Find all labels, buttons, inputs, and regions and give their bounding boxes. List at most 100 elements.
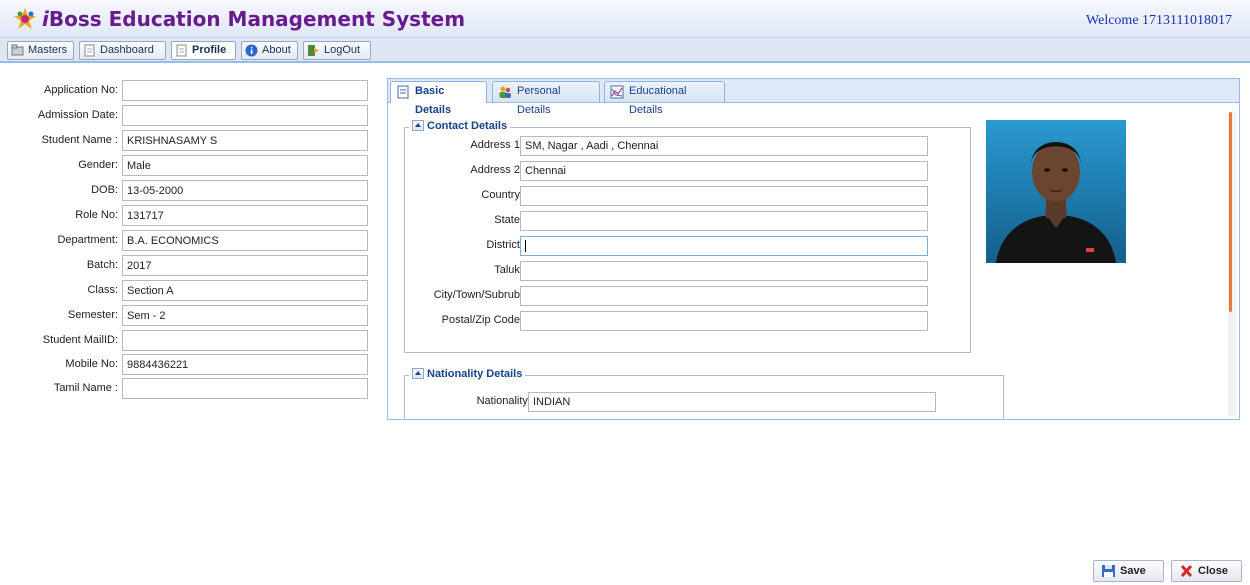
- close-icon: [1180, 564, 1193, 578]
- student-name-row: Student Name : KRISHNASAMY S: [0, 130, 380, 152]
- field-label: Department:: [57, 234, 118, 246]
- address1-input[interactable]: SM, Nagar , Aadi , Chennai: [520, 136, 928, 156]
- mobile-no-input[interactable]: 9884436221: [122, 354, 368, 375]
- department-row: Department: B.A. ECONOMICS: [0, 230, 380, 252]
- app-title: iBoss Education Management System: [42, 7, 466, 31]
- student-photo-image: [986, 120, 1126, 263]
- admission-date-input[interactable]: [122, 105, 368, 126]
- page-icon: [84, 44, 95, 57]
- menu-logout[interactable]: LogOut: [303, 41, 371, 60]
- field-label: Gender:: [78, 159, 118, 171]
- info-icon: [245, 44, 258, 57]
- document-icon: [397, 85, 409, 99]
- contact-details-fieldset: Contact Details Address 1: SM, Nagar , A…: [404, 120, 971, 353]
- role-no-input[interactable]: 131717: [122, 205, 368, 226]
- field-label: Tamil Name :: [53, 382, 118, 394]
- logout-icon: [308, 45, 319, 56]
- menu-bar: Masters Dashboard Profile About LogOut: [0, 38, 1250, 63]
- field-label: Mobile No:: [65, 358, 118, 370]
- semester-input[interactable]: Sem - 2: [122, 305, 368, 326]
- menu-dashboard[interactable]: Dashboard: [79, 41, 166, 60]
- city-row: City/Town/Subrub:: [405, 286, 935, 306]
- chart-icon: [610, 85, 624, 99]
- field-label: Nationality:: [476, 395, 531, 407]
- tab-basic-details[interactable]: Basic Details: [390, 81, 487, 116]
- address1-row: Address 1: SM, Nagar , Aadi , Chennai: [405, 136, 935, 156]
- dob-input[interactable]: 13-05-2000: [122, 180, 368, 201]
- users-icon: [499, 86, 511, 98]
- field-label: City/Town/Subrub:: [433, 289, 523, 301]
- student-photo: [986, 120, 1126, 263]
- nationality-input[interactable]: INDIAN: [528, 392, 936, 412]
- postal-code-input[interactable]: [520, 311, 928, 331]
- class-input[interactable]: Section A: [122, 280, 368, 301]
- country-input[interactable]: [520, 186, 928, 206]
- tamil-name-input[interactable]: [122, 378, 368, 399]
- nationality-row: Nationality: INDIAN: [413, 392, 943, 412]
- state-input[interactable]: [520, 211, 928, 231]
- welcome-text: Welcome 1713111018017: [1086, 13, 1232, 28]
- field-label: Taluk:: [494, 264, 523, 276]
- tab-personal-details[interactable]: Personal Details: [492, 81, 600, 116]
- role-no-row: Role No: 131717: [0, 205, 380, 227]
- text-caret: [525, 240, 526, 252]
- address2-row: Address 2: Chennai: [405, 161, 935, 181]
- menu-about[interactable]: About: [241, 41, 298, 60]
- save-button[interactable]: Save: [1093, 560, 1164, 582]
- field-label: Batch:: [86, 259, 118, 271]
- mail-id-input[interactable]: [122, 330, 368, 351]
- field-label: Address 1:: [470, 139, 523, 151]
- tamil-name-row: Tamil Name :: [0, 378, 380, 400]
- collapse-icon[interactable]: [412, 368, 424, 379]
- basic-details-body: Contact Details Address 1: SM, Nagar , A…: [389, 104, 1239, 419]
- mail-id-row: Student MailID:: [0, 330, 380, 352]
- field-label: DOB:: [91, 184, 118, 196]
- field-label: Postal/Zip Code:: [441, 314, 523, 326]
- contact-details-legend[interactable]: Contact Details: [409, 120, 511, 132]
- menu-masters[interactable]: Masters: [7, 41, 74, 60]
- taluk-input[interactable]: [520, 261, 928, 281]
- taluk-row: Taluk:: [405, 261, 935, 281]
- application-no-row: Application No:: [0, 80, 380, 102]
- semester-row: Semester: Sem - 2: [0, 305, 380, 327]
- batch-row: Batch: 2017: [0, 255, 380, 277]
- district-input[interactable]: [520, 236, 928, 256]
- district-row: District:: [405, 236, 935, 256]
- field-label: Class:: [87, 284, 118, 296]
- address2-input[interactable]: Chennai: [520, 161, 928, 181]
- field-label: Admission Date:: [37, 109, 118, 121]
- nationality-details-legend[interactable]: Nationality Details: [409, 368, 526, 380]
- collapse-icon[interactable]: [412, 120, 424, 131]
- department-input[interactable]: B.A. ECONOMICS: [122, 230, 368, 251]
- field-label: Student Name :: [41, 134, 118, 146]
- class-row: Class: Section A: [0, 280, 380, 302]
- gender-input[interactable]: Male: [122, 155, 368, 176]
- state-row: State:: [405, 211, 935, 231]
- page-icon: [176, 44, 187, 57]
- dob-row: DOB: 13-05-2000: [0, 180, 380, 202]
- save-icon: [1102, 565, 1115, 577]
- field-label: Address 2:: [470, 164, 523, 176]
- field-label: Semester:: [67, 309, 118, 321]
- nationality-details-fieldset: Nationality Details Nationality: INDIAN: [404, 368, 1004, 419]
- city-input[interactable]: [520, 286, 928, 306]
- application-no-input[interactable]: [122, 80, 368, 101]
- field-label: Student MailID:: [42, 334, 118, 346]
- postal-code-row: Postal/Zip Code:: [405, 311, 935, 331]
- scrollbar-thumb[interactable]: [1229, 112, 1232, 312]
- field-label: Country:: [481, 189, 523, 201]
- admission-date-row: Admission Date:: [0, 105, 380, 127]
- mobile-no-row: Mobile No: 9884436221: [0, 354, 380, 376]
- tab-educational-details[interactable]: Educational Details: [604, 81, 725, 116]
- gender-row: Gender: Male: [0, 155, 380, 177]
- batch-input[interactable]: 2017: [122, 255, 368, 276]
- country-row: Country:: [405, 186, 935, 206]
- menu-profile[interactable]: Profile: [171, 41, 236, 60]
- student-name-input[interactable]: KRISHNASAMY S: [122, 130, 368, 151]
- scrollbar[interactable]: [1228, 112, 1236, 416]
- tab-strip: Basic Details Personal Details Education…: [388, 79, 1239, 116]
- folder-icon: [11, 44, 24, 56]
- field-label: State:: [494, 214, 523, 226]
- field-label: Application No:: [44, 84, 118, 96]
- close-button[interactable]: Close: [1171, 560, 1242, 582]
